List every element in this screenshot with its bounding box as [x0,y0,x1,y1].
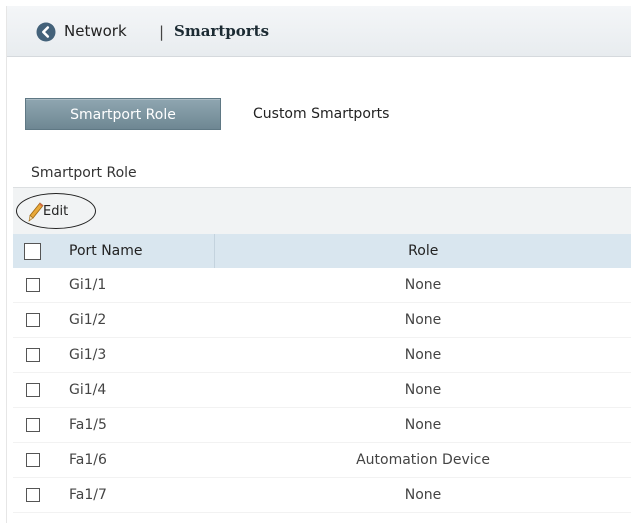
smartports-panel: Network | Smartports Smartport Role Cust… [6,6,631,523]
tab-custom-smartports[interactable]: Custom Smartports [239,98,439,130]
row-checkbox[interactable] [26,488,40,502]
role-cell: Automation Device [214,442,631,478]
port-name-cell: Gi1/3 [53,337,214,373]
row-checkbox-cell [13,337,53,373]
table-row[interactable]: Fa1/5 None [13,407,631,443]
section-title: Smartport Role [31,165,137,181]
tab-smartport-role[interactable]: Smartport Role [25,98,221,130]
row-checkbox-cell [13,407,53,443]
role-cell: None [214,372,631,408]
page-header: Network | Smartports [7,6,631,57]
table-row[interactable]: Gi1/3 None [13,337,631,373]
row-checkbox[interactable] [26,348,40,362]
role-cell: None [214,302,631,338]
toolbar: Edit [13,187,631,235]
table-row[interactable]: Gi1/4 None [13,372,631,408]
port-name-cell: Fa1/5 [53,407,214,443]
port-name-cell: Gi1/1 [53,268,214,303]
port-name-cell: Gi1/2 [53,302,214,338]
table-header-row: Port Name Role [13,234,631,268]
breadcrumb-network-link[interactable]: Network [64,22,127,40]
table-row[interactable]: Fa1/6 Automation Device [13,442,631,478]
select-all-checkbox[interactable] [24,242,41,260]
role-cell: None [214,407,631,443]
table-row[interactable]: Fa1/7 None [13,477,631,513]
row-checkbox-cell [13,477,53,513]
pencil-icon [28,202,44,222]
column-header-port-name[interactable]: Port Name [53,234,215,268]
row-checkbox[interactable] [26,453,40,467]
table-row[interactable]: Gi1/1 None [13,268,631,303]
row-checkbox[interactable] [26,418,40,432]
page-title: Smartports [174,22,270,40]
smartport-role-table: Port Name Role Gi1/1 None Gi1/2 None Gi1… [13,234,631,513]
row-checkbox[interactable] [26,313,40,327]
row-checkbox[interactable] [26,278,40,292]
role-cell: None [214,268,631,303]
breadcrumb-separator: | [159,23,165,41]
row-checkbox-cell [13,372,53,408]
role-cell: None [214,477,631,513]
edit-label: Edit [43,204,69,219]
row-checkbox-cell [13,442,53,478]
row-checkbox-cell [13,302,53,338]
role-cell: None [214,337,631,373]
port-name-cell: Fa1/6 [53,442,214,478]
port-name-cell: Gi1/4 [53,372,214,408]
edit-button[interactable]: Edit [16,193,96,229]
row-checkbox-cell [13,268,53,303]
back-icon[interactable] [36,22,56,42]
table-row[interactable]: Gi1/2 None [13,302,631,338]
select-all-cell [13,234,53,268]
column-header-role[interactable]: Role [214,234,631,268]
row-checkbox[interactable] [26,383,40,397]
port-name-cell: Fa1/7 [53,477,214,513]
